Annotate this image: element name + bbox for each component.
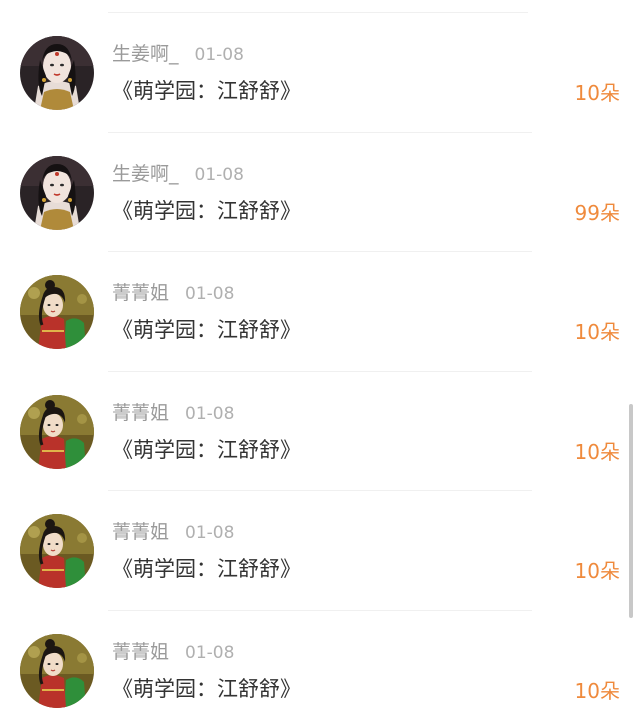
item-meta: 菁菁姐 01-08 bbox=[112, 280, 234, 306]
user-name[interactable]: 菁菁姐 bbox=[112, 521, 169, 543]
avatar[interactable] bbox=[20, 394, 94, 469]
user-name[interactable]: 菁菁姐 bbox=[112, 641, 169, 663]
book-title[interactable]: 《萌学园：江舒舒》 bbox=[112, 553, 301, 585]
book-title[interactable]: 《萌学园：江舒舒》 bbox=[112, 434, 301, 466]
item-meta: 生姜啊_ 01-08 bbox=[112, 161, 244, 187]
list-item[interactable]: 菁菁姐 01-08 《萌学园：江舒舒》 10朵 bbox=[0, 252, 640, 372]
gift-amount: 10朵 bbox=[574, 81, 620, 105]
list-item[interactable]: 生姜啊_ 01-08 《萌学园：江舒舒》 99朵 bbox=[0, 133, 640, 253]
list-item[interactable]: 菁菁姐 01-08 《萌学园：江舒舒》 10朵 bbox=[0, 491, 640, 611]
item-meta: 生姜啊_ 01-08 bbox=[112, 41, 244, 67]
gift-amount: 10朵 bbox=[574, 320, 620, 345]
avatar[interactable] bbox=[20, 275, 94, 350]
date-label: 01-08 bbox=[194, 164, 244, 185]
avatar[interactable] bbox=[20, 36, 94, 110]
book-title[interactable]: 《萌学园：江舒舒》 bbox=[112, 75, 301, 107]
user-name[interactable]: 菁菁姐 bbox=[112, 402, 169, 424]
user-name[interactable]: 菁菁姐 bbox=[112, 282, 169, 304]
avatar[interactable] bbox=[20, 633, 94, 708]
avatar[interactable] bbox=[20, 514, 94, 589]
gift-amount: 10朵 bbox=[574, 559, 620, 584]
date-label: 01-08 bbox=[185, 642, 235, 663]
gift-amount: 10朵 bbox=[574, 678, 620, 703]
item-meta: 菁菁姐 01-08 bbox=[112, 639, 234, 665]
user-name[interactable]: 生姜啊_ bbox=[112, 43, 179, 65]
gift-amount: 10朵 bbox=[574, 439, 620, 464]
item-meta: 菁菁姐 01-08 bbox=[112, 400, 234, 426]
book-title[interactable]: 《萌学园：江舒舒》 bbox=[112, 314, 301, 346]
gift-list-page: 生姜啊_ 01-08 《萌学园：江舒舒》 10朵 生姜啊_ 01-08 《萌学园：江… bbox=[0, 0, 640, 724]
date-label: 01-08 bbox=[185, 523, 235, 544]
date-label: 01-08 bbox=[185, 284, 235, 305]
avatar[interactable] bbox=[20, 155, 94, 230]
gift-list: 生姜啊_ 01-08 《萌学园：江舒舒》 10朵 生姜啊_ 01-08 《萌学园：江… bbox=[0, 13, 640, 724]
scrollbar[interactable] bbox=[629, 404, 633, 618]
gift-amount: 99朵 bbox=[574, 200, 620, 225]
date-label: 01-08 bbox=[185, 403, 235, 424]
user-name[interactable]: 生姜啊_ bbox=[112, 163, 179, 185]
list-item[interactable]: 生姜啊_ 01-08 《萌学园：江舒舒》 10朵 bbox=[0, 13, 640, 133]
list-item[interactable]: 菁菁姐 01-08 《萌学园：江舒舒》 10朵 bbox=[0, 372, 640, 492]
book-title[interactable]: 《萌学园：江舒舒》 bbox=[112, 673, 301, 705]
list-item[interactable]: 菁菁姐 01-08 《萌学园：江舒舒》 10朵 bbox=[0, 611, 640, 724]
item-meta: 菁菁姐 01-08 bbox=[112, 519, 234, 545]
book-title[interactable]: 《萌学园：江舒舒》 bbox=[112, 195, 301, 227]
date-label: 01-08 bbox=[194, 45, 244, 65]
